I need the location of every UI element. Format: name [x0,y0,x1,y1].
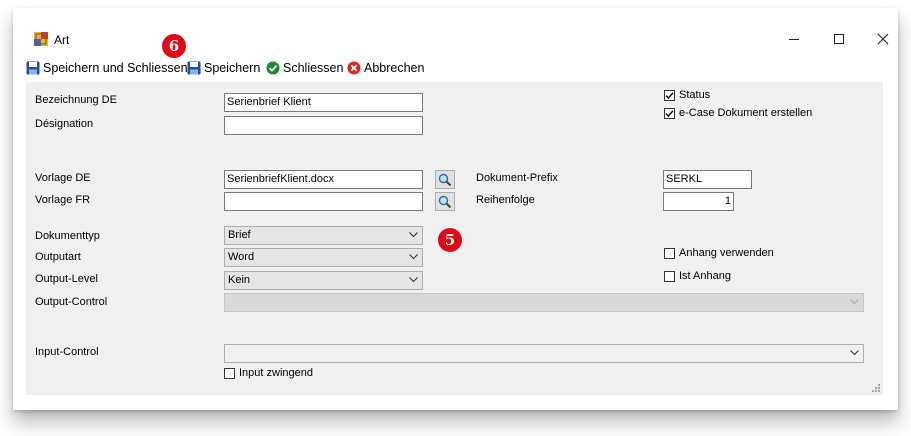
magnifier-icon [438,195,452,208]
vorlage-fr-lookup-button[interactable] [435,192,455,211]
bezeichnung-label: Bezeichnung DE [35,94,117,106]
dokumenttyp-select[interactable]: Brief [224,226,423,245]
chevron-down-icon [850,350,859,356]
reihenfolge-label: Reihenfolge [476,194,535,206]
output-level-value: Kein [228,274,251,286]
dokumenttyp-label: Dokumenttyp [35,230,100,242]
output-level-select[interactable]: Kein [224,271,423,290]
close-button[interactable]: Schliessen [266,59,343,77]
vorlage-fr-input[interactable] [224,192,423,211]
floppy-disk-icon [26,61,40,75]
green-check-icon [266,61,280,75]
dokument-prefix-label: Dokument-Prefix [476,172,558,184]
bezeichnung-input[interactable]: Serienbrief Klient [224,93,423,112]
form-panel: Bezeichnung DE Serienbrief Klient Désign… [26,82,883,395]
save-label: Speichern [204,61,261,75]
input-zwingend-label: Input zwingend [239,367,313,379]
input-control-select[interactable] [224,344,864,363]
outputart-value: Word [228,251,255,263]
red-x-icon [347,61,361,75]
reihenfolge-input[interactable]: 1 [663,192,734,211]
ecase-label: e-Case Dokument erstellen [679,107,813,119]
checkbox-box [664,89,675,101]
anhang-verwenden-label: Anhang verwenden [679,247,774,259]
vorlage-de-input[interactable]: SerienbriefKlient.docx [224,170,423,189]
maximize-icon [834,34,844,44]
anhang-verwenden-checkbox[interactable]: Anhang verwenden [664,247,774,259]
chevron-down-icon [409,254,418,260]
save-and-close-button[interactable]: Speichern und Schliessen [26,59,188,77]
outputart-select[interactable]: Word [224,248,423,267]
designation-label: Désignation [35,118,94,130]
ist-anhang-checkbox[interactable]: Ist Anhang [664,270,731,282]
magnifier-icon [438,173,452,186]
checkbox-box [664,107,675,119]
checkmark-icon [665,109,674,117]
checkbox-box [664,247,675,259]
cancel-button[interactable]: Abbrechen [347,59,424,77]
close-label: Schliessen [283,61,344,75]
close-window-button[interactable] [868,26,898,52]
minimize-button[interactable] [779,26,809,52]
checkmark-icon [665,91,674,99]
ist-anhang-label: Ist Anhang [679,270,731,282]
vorlage-de-label: Vorlage DE [35,172,91,184]
title-bar: Art [13,8,898,48]
output-control-label: Output-Control [35,296,108,308]
dokumenttyp-value: Brief [228,229,251,241]
input-control-label: Input-Control [35,346,99,358]
output-control-select[interactable] [224,293,864,312]
minimize-icon [789,39,799,40]
input-zwingend-checkbox[interactable]: Input zwingend [224,367,313,379]
vorlage-de-lookup-button[interactable] [435,170,455,189]
outputart-label: Outputart [35,251,81,263]
designation-input[interactable] [224,116,423,135]
status-label: Status [679,89,711,101]
window-title: Art [54,33,70,47]
maximize-button[interactable] [824,26,854,52]
status-checkbox[interactable]: Status [664,89,710,101]
chevron-down-icon [409,277,418,283]
save-button[interactable]: Speichern [187,59,260,77]
chevron-down-icon [409,232,418,238]
checkbox-box [664,270,675,282]
dokument-prefix-input[interactable]: SERKL [663,170,752,189]
checkbox-box [224,367,235,379]
output-level-label: Output-Level [35,273,98,285]
callout-marker-6: 6 [162,34,186,58]
callout-marker-5: 5 [438,228,462,252]
chevron-down-icon [850,299,859,305]
cancel-label: Abbrechen [364,61,425,75]
save-and-close-label: Speichern und Schliessen [43,61,188,75]
ecase-checkbox[interactable]: e-Case Dokument erstellen [664,107,812,119]
floppy-disk-icon [187,61,201,75]
dialog-window: Art Speichern und Schliessen Speichern S… [13,8,898,410]
toolbar: Speichern und Schliessen Speichern Schli… [13,56,898,78]
resize-grip-icon[interactable] [871,383,881,393]
app-icon [34,32,48,46]
vorlage-fr-label: Vorlage FR [35,194,91,206]
close-icon [877,33,889,45]
